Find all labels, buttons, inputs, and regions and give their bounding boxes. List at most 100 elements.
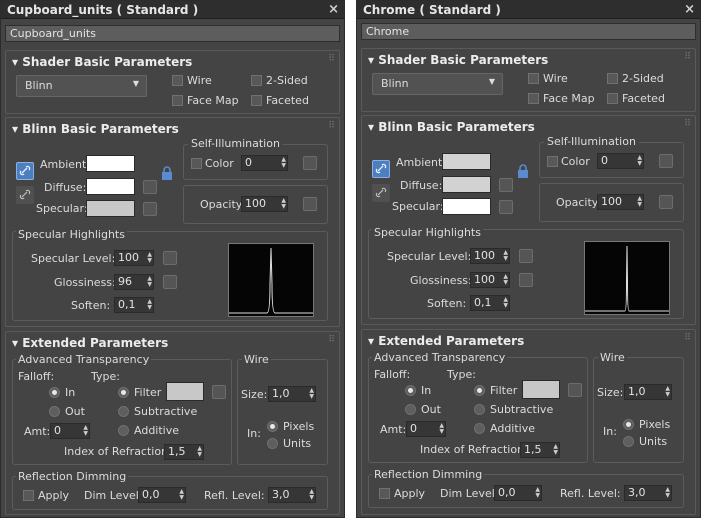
- grip-icon[interactable]: ⠿: [328, 121, 335, 131]
- type-filter-radio[interactable]: [474, 385, 485, 396]
- wire-units-radio[interactable]: [623, 436, 634, 447]
- opacity-spinner[interactable]: 100 ▲ ▼: [241, 196, 288, 212]
- type-additive-radio[interactable]: [118, 425, 129, 436]
- two-sided-checkbox[interactable]: [607, 73, 618, 84]
- material-name-field[interactable]: Chrome: [361, 23, 696, 40]
- wire-checkbox[interactable]: [528, 73, 539, 84]
- refl-level-spinner[interactable]: 3,0 ▲ ▼: [268, 487, 316, 503]
- face-map-checkbox[interactable]: [528, 93, 539, 104]
- apply-checkbox[interactable]: [379, 488, 390, 499]
- falloff-out-radio[interactable]: [49, 406, 60, 417]
- rollout-header-blinn[interactable]: ▾ Blinn Basic Parameters: [12, 122, 179, 136]
- spinner-arrows-icon[interactable]: ▲ ▼: [503, 297, 508, 309]
- grip-icon[interactable]: ⠿: [328, 54, 335, 64]
- faceted-checkbox[interactable]: [607, 93, 618, 104]
- glossiness-spinner[interactable]: 100 ▲ ▼: [470, 272, 510, 288]
- glossiness-spinner[interactable]: 96 ▲ ▼: [114, 274, 154, 290]
- rollout-header-shader[interactable]: ▾ Shader Basic Parameters: [368, 53, 548, 67]
- rollout-header-shader[interactable]: ▾ Shader Basic Parameters: [12, 55, 192, 69]
- specular-color-swatch[interactable]: [86, 200, 135, 217]
- spinner-arrows-icon[interactable]: ▲ ▼: [179, 489, 184, 501]
- glossiness-map-button[interactable]: [163, 275, 177, 289]
- filter-color-swatch[interactable]: [522, 380, 560, 399]
- specular-level-map-button[interactable]: [163, 251, 177, 265]
- specular-level-map-button[interactable]: [519, 249, 533, 263]
- type-filter-radio[interactable]: [118, 387, 129, 398]
- spinner-arrows-icon[interactable]: ▲ ▼: [503, 274, 508, 286]
- self-illum-spinner[interactable]: 0 ▲ ▼: [241, 155, 288, 171]
- specular-level-spinner[interactable]: 100 ▲ ▼: [470, 248, 510, 264]
- face-map-checkbox[interactable]: [172, 95, 183, 106]
- type-subtractive-radio[interactable]: [474, 404, 485, 415]
- diffuse-map-button[interactable]: [143, 180, 157, 194]
- grip-icon[interactable]: ⠿: [328, 335, 335, 345]
- refl-level-spinner[interactable]: 3,0 ▲ ▼: [624, 485, 672, 501]
- ior-spinner[interactable]: 1,5 ▲ ▼: [520, 442, 560, 458]
- spinner-arrows-icon[interactable]: ▲ ▼: [147, 299, 152, 311]
- diffuse-color-swatch[interactable]: [442, 176, 491, 193]
- self-illum-map-button[interactable]: [303, 156, 317, 170]
- spinner-arrows-icon[interactable]: ▲ ▼: [309, 388, 314, 400]
- wire-size-spinner[interactable]: 1,0 ▲ ▼: [624, 384, 672, 400]
- spinner-arrows-icon[interactable]: ▲ ▼: [309, 489, 314, 501]
- specular-level-spinner[interactable]: 100 ▲ ▼: [114, 250, 154, 266]
- link-icon[interactable]: [16, 186, 34, 204]
- filter-map-button[interactable]: [568, 383, 582, 397]
- grip-icon[interactable]: ⠿: [684, 119, 691, 129]
- faceted-checkbox[interactable]: [251, 95, 262, 106]
- filter-color-swatch[interactable]: [166, 382, 204, 401]
- soften-spinner[interactable]: 0,1 ▲ ▼: [114, 297, 154, 313]
- falloff-in-radio[interactable]: [49, 387, 60, 398]
- ior-spinner[interactable]: 1,5 ▲ ▼: [164, 444, 204, 460]
- grip-icon[interactable]: ⠿: [684, 333, 691, 343]
- spinner-arrows-icon[interactable]: ▲ ▼: [665, 386, 670, 398]
- spinner-arrows-icon[interactable]: ▲ ▼: [197, 446, 202, 458]
- specular-map-button[interactable]: [499, 200, 513, 214]
- spinner-arrows-icon[interactable]: ▲ ▼: [147, 252, 152, 264]
- rollout-header-blinn[interactable]: ▾ Blinn Basic Parameters: [368, 120, 535, 134]
- spinner-arrows-icon[interactable]: ▲ ▼: [281, 198, 286, 210]
- apply-checkbox[interactable]: [23, 490, 34, 501]
- spinner-arrows-icon[interactable]: ▲ ▼: [535, 487, 540, 499]
- lock-icon[interactable]: [158, 164, 176, 182]
- type-additive-radio[interactable]: [474, 423, 485, 434]
- shader-type-dropdown[interactable]: Blinn ▼: [16, 75, 147, 97]
- filter-map-button[interactable]: [212, 385, 226, 399]
- wire-units-radio[interactable]: [267, 438, 278, 449]
- spinner-arrows-icon[interactable]: ▲ ▼: [665, 487, 670, 499]
- self-illum-spinner[interactable]: 0 ▲ ▼: [597, 153, 644, 169]
- glossiness-map-button[interactable]: [519, 273, 533, 287]
- type-subtractive-radio[interactable]: [118, 406, 129, 417]
- falloff-out-radio[interactable]: [405, 404, 416, 415]
- falloff-in-radio[interactable]: [405, 385, 416, 396]
- spinner-arrows-icon[interactable]: ▲ ▼: [83, 425, 88, 437]
- soften-spinner[interactable]: 0,1 ▲ ▼: [470, 295, 510, 311]
- self-illum-color-checkbox[interactable]: [191, 158, 202, 169]
- spinner-arrows-icon[interactable]: ▲ ▼: [503, 250, 508, 262]
- opacity-spinner[interactable]: 100 ▲ ▼: [597, 194, 644, 210]
- specular-color-swatch[interactable]: [442, 198, 491, 215]
- spinner-arrows-icon[interactable]: ▲ ▼: [439, 423, 444, 435]
- close-icon[interactable]: ×: [684, 2, 695, 17]
- spinner-arrows-icon[interactable]: ▲ ▼: [637, 155, 642, 167]
- specular-map-button[interactable]: [143, 202, 157, 216]
- self-illum-map-button[interactable]: [659, 154, 673, 168]
- opacity-map-button[interactable]: [303, 197, 317, 211]
- rollout-header-extended[interactable]: ▾ Extended Parameters: [12, 336, 168, 350]
- spinner-arrows-icon[interactable]: ▲ ▼: [553, 444, 558, 456]
- link-icon[interactable]: [16, 162, 34, 180]
- wire-size-spinner[interactable]: 1,0 ▲ ▼: [268, 386, 316, 402]
- self-illum-color-checkbox[interactable]: [547, 156, 558, 167]
- wire-pixels-radio[interactable]: [623, 419, 634, 430]
- lock-icon[interactable]: [514, 162, 532, 180]
- ambient-color-swatch[interactable]: [86, 155, 135, 172]
- spinner-arrows-icon[interactable]: ▲ ▼: [281, 157, 286, 169]
- ambient-color-swatch[interactable]: [442, 153, 491, 170]
- material-name-field[interactable]: Cupboard_units: [5, 25, 340, 42]
- diffuse-color-swatch[interactable]: [86, 178, 135, 195]
- dim-level-spinner[interactable]: 0,0 ▲ ▼: [138, 487, 186, 503]
- dim-level-spinner[interactable]: 0,0 ▲ ▼: [494, 485, 542, 501]
- spinner-arrows-icon[interactable]: ▲ ▼: [147, 276, 152, 288]
- shader-type-dropdown[interactable]: Blinn ▼: [372, 73, 503, 95]
- amt-spinner[interactable]: 0 ▲ ▼: [406, 421, 446, 437]
